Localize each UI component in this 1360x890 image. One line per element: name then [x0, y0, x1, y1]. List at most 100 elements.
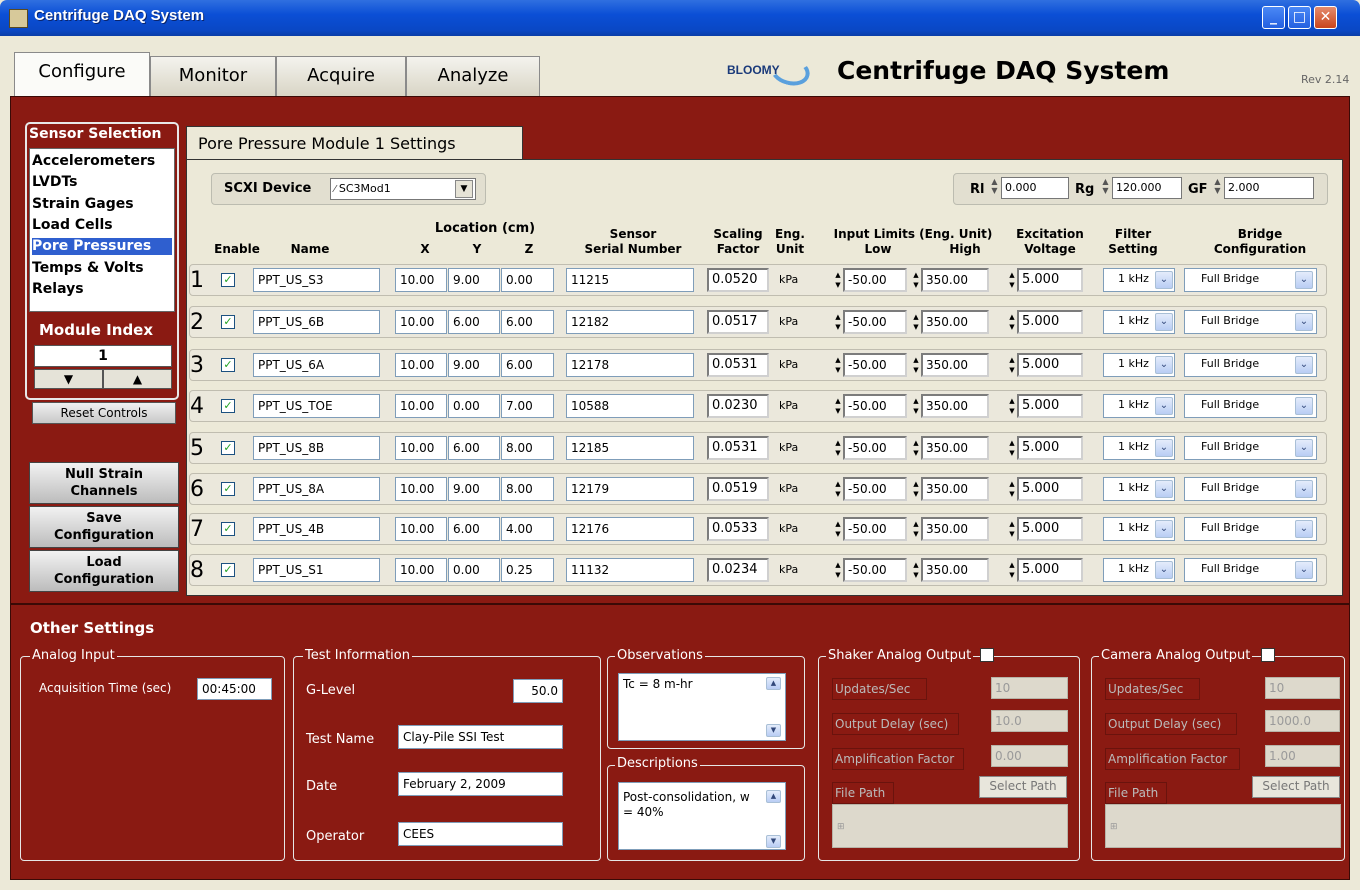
tab-configure[interactable]: Configure — [14, 52, 150, 96]
scroll-up-icon[interactable]: ▲ — [766, 790, 781, 803]
low-limit-field[interactable]: -50.00 — [843, 436, 907, 460]
low-limit-stepper[interactable]: ▲ ▼ — [833, 479, 843, 499]
descriptions-textarea[interactable]: Post-consolidation, w = 40% ▲ ▼ — [618, 782, 786, 850]
chevron-down-icon[interactable]: ⌄ — [1155, 439, 1173, 457]
location-y-field[interactable]: 0.00 — [448, 558, 500, 582]
channel-name-field[interactable]: PPT_US_S3 — [253, 268, 380, 292]
high-limit-stepper[interactable]: ▲ ▼ — [911, 438, 921, 458]
module-index-field[interactable]: 1 — [34, 345, 172, 367]
excitation-stepper[interactable]: ▲ ▼ — [1007, 479, 1017, 499]
rl-spinner[interactable]: ▲ ▼ — [989, 177, 1000, 197]
chevron-down-icon[interactable]: ⌄ — [1155, 356, 1173, 374]
location-y-field[interactable]: 9.00 — [448, 477, 500, 501]
low-limit-stepper[interactable]: ▲ ▼ — [833, 438, 843, 458]
minimize-button[interactable]: _ — [1262, 6, 1285, 29]
low-limit-field[interactable]: -50.00 — [843, 477, 907, 501]
chevron-down-icon[interactable]: ⌄ — [1155, 397, 1173, 415]
operator-field[interactable]: CEES — [398, 822, 563, 846]
scaling-factor-field[interactable]: 0.0517 — [707, 310, 769, 334]
excitation-stepper[interactable]: ▲ ▼ — [1007, 312, 1017, 332]
gf-field[interactable]: 2.000 — [1224, 177, 1314, 199]
sensor-item[interactable]: Temps & Volts — [32, 260, 172, 277]
location-x-field[interactable]: 10.00 — [395, 353, 447, 377]
rl-field[interactable]: 0.000 — [1001, 177, 1069, 199]
sensor-item[interactable]: Load Cells — [32, 217, 172, 234]
high-limit-stepper[interactable]: ▲ ▼ — [911, 479, 921, 499]
low-limit-field[interactable]: -50.00 — [843, 353, 907, 377]
scxi-device-select[interactable]: ⁄ SC3Mod1 ▼ — [330, 178, 476, 200]
sensor-item[interactable]: LVDTs — [32, 174, 172, 191]
save-configuration-button[interactable]: Save Configuration — [29, 506, 179, 548]
reset-controls-button[interactable]: Reset Controls — [32, 402, 176, 424]
location-z-field[interactable]: 8.00 — [501, 477, 554, 501]
scaling-factor-field[interactable]: 0.0234 — [707, 558, 769, 582]
serial-number-field[interactable]: 12179 — [566, 477, 694, 501]
load-configuration-button[interactable]: Load Configuration — [29, 550, 179, 592]
chevron-down-icon[interactable]: ⌄ — [1295, 561, 1313, 579]
sensor-item[interactable]: Pore Pressures — [32, 238, 172, 256]
location-x-field[interactable]: 10.00 — [395, 558, 447, 582]
location-x-field[interactable]: 10.00 — [395, 310, 447, 334]
chevron-down-icon[interactable]: ⌄ — [1155, 561, 1173, 579]
scaling-factor-field[interactable]: 0.0533 — [707, 517, 769, 541]
high-limit-field[interactable]: 350.00 — [921, 310, 989, 334]
low-limit-stepper[interactable]: ▲ ▼ — [833, 355, 843, 375]
enable-checkbox[interactable]: ✓ — [221, 315, 235, 329]
glevel-field[interactable]: 50.0 — [513, 679, 563, 703]
excitation-field[interactable]: 5.000 — [1017, 517, 1083, 541]
location-y-field[interactable]: 9.00 — [448, 353, 500, 377]
module-decrement-button[interactable]: ▼ — [34, 369, 103, 389]
scaling-factor-field[interactable]: 0.0531 — [707, 436, 769, 460]
acq-time-field[interactable]: 00:45:00 — [197, 678, 272, 700]
shaker-delay-field[interactable]: 10.0 — [991, 710, 1068, 732]
serial-number-field[interactable]: 12182 — [566, 310, 694, 334]
channel-name-field[interactable]: PPT_US_8B — [253, 436, 380, 460]
location-z-field[interactable]: 8.00 — [501, 436, 554, 460]
chevron-down-icon[interactable]: ⌄ — [1295, 313, 1313, 331]
excitation-stepper[interactable]: ▲ ▼ — [1007, 438, 1017, 458]
tab-monitor[interactable]: Monitor — [150, 56, 276, 97]
excitation-field[interactable]: 5.000 — [1017, 394, 1083, 418]
location-y-field[interactable]: 6.00 — [448, 517, 500, 541]
scroll-down-icon[interactable]: ▼ — [766, 835, 781, 848]
test-name-field[interactable]: Clay-Pile SSI Test — [398, 725, 563, 749]
chevron-down-icon[interactable]: ⌄ — [1295, 271, 1313, 289]
observations-textarea[interactable]: Tc = 8 m-hr ▲ ▼ — [618, 673, 786, 741]
serial-number-field[interactable]: 10588 — [566, 394, 694, 418]
location-x-field[interactable]: 10.00 — [395, 436, 447, 460]
excitation-field[interactable]: 5.000 — [1017, 353, 1083, 377]
close-button[interactable]: ✕ — [1314, 6, 1337, 29]
location-z-field[interactable]: 4.00 — [501, 517, 554, 541]
low-limit-field[interactable]: -50.00 — [843, 558, 907, 582]
location-x-field[interactable]: 10.00 — [395, 517, 447, 541]
chevron-down-icon[interactable]: ⌄ — [1155, 520, 1173, 538]
shaker-updates-field[interactable]: 10 — [991, 677, 1068, 699]
location-y-field[interactable]: 0.00 — [448, 394, 500, 418]
shaker-select-path-button[interactable]: Select Path — [979, 776, 1067, 798]
high-limit-field[interactable]: 350.00 — [921, 558, 989, 582]
high-limit-stepper[interactable]: ▲ ▼ — [911, 560, 921, 580]
channel-name-field[interactable]: PPT_US_4B — [253, 517, 380, 541]
location-z-field[interactable]: 0.00 — [501, 268, 554, 292]
date-field[interactable]: February 2, 2009 — [398, 772, 563, 796]
channel-name-field[interactable]: PPT_US_8A — [253, 477, 380, 501]
excitation-field[interactable]: 5.000 — [1017, 558, 1083, 582]
low-limit-stepper[interactable]: ▲ ▼ — [833, 519, 843, 539]
maximize-button[interactable]: □ — [1288, 6, 1311, 29]
sensor-list[interactable]: Accelerometers LVDTs Strain Gages Load Cell… — [29, 148, 175, 312]
high-limit-stepper[interactable]: ▲ ▼ — [911, 312, 921, 332]
excitation-field[interactable]: 5.000 — [1017, 310, 1083, 334]
serial-number-field[interactable]: 12185 — [566, 436, 694, 460]
chevron-down-icon[interactable]: ⌄ — [1155, 480, 1173, 498]
excitation-stepper[interactable]: ▲ ▼ — [1007, 396, 1017, 416]
high-limit-field[interactable]: 350.00 — [921, 436, 989, 460]
shaker-amp-field[interactable]: 0.00 — [991, 745, 1068, 767]
serial-number-field[interactable]: 11132 — [566, 558, 694, 582]
scroll-up-icon[interactable]: ▲ — [766, 677, 781, 690]
serial-number-field[interactable]: 12178 — [566, 353, 694, 377]
scaling-factor-field[interactable]: 0.0519 — [707, 477, 769, 501]
low-limit-field[interactable]: -50.00 — [843, 310, 907, 334]
chevron-down-icon[interactable]: ⌄ — [1295, 397, 1313, 415]
high-limit-stepper[interactable]: ▲ ▼ — [911, 519, 921, 539]
location-y-field[interactable]: 9.00 — [448, 268, 500, 292]
